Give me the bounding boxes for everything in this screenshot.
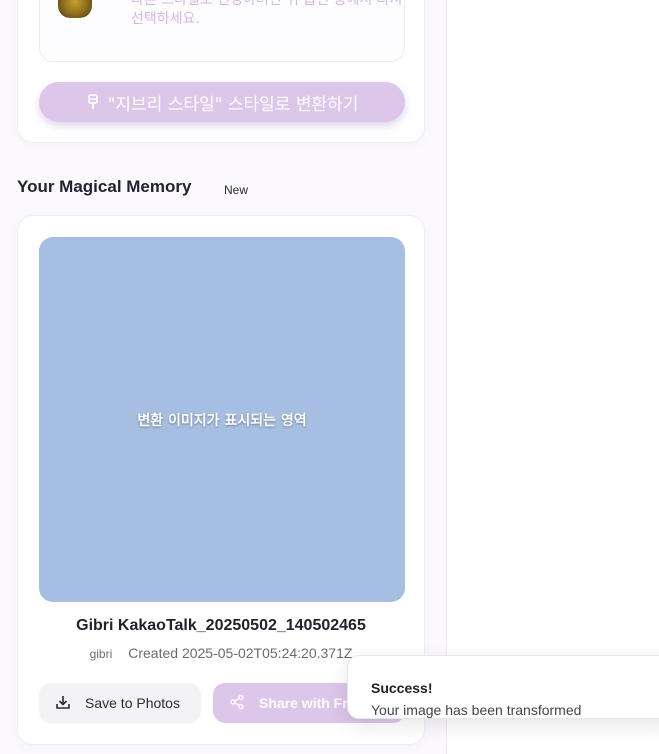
- toast-message: Your image has been transformed: [371, 702, 582, 718]
- style-selection-card: 다른 스타일로 변경하려면 위 옵션 중에서 다시 선택하세요. "지브리 스타…: [17, 0, 425, 143]
- toast-title: Success!: [371, 680, 433, 696]
- image-title: Gibri KakaoTalk_20250502_140502465: [76, 617, 366, 634]
- image-alt-text: 변환 이미지가 표시되는 영역: [137, 412, 307, 429]
- style-change-hint: 다른 스타일로 변경하려면 위 옵션 중에서 다시 선택하세요.: [131, 0, 403, 27]
- download-icon: [55, 694, 71, 713]
- convert-style-button[interactable]: "지브리 스타일" 스타일로 변환하기: [39, 82, 405, 122]
- paintbrush-icon: [86, 94, 100, 110]
- share-icon: [229, 694, 245, 713]
- transformed-image: 변환 이미지가 표시되는 영역: [39, 237, 405, 602]
- save-to-photos-button[interactable]: Save to Photos: [39, 683, 201, 723]
- convert-style-label: "지브리 스타일" 스타일로 변환하기: [107, 94, 359, 115]
- selected-style-box: 다른 스타일로 변경하려면 위 옵션 중에서 다시 선택하세요.: [39, 0, 405, 62]
- main-column: 다른 스타일로 변경하려면 위 옵션 중에서 다시 선택하세요. "지브리 스타…: [0, 0, 446, 754]
- style-tag: gibri: [89, 647, 113, 661]
- success-toast[interactable]: Success! Your image has been transformed: [347, 655, 659, 719]
- new-badge: New: [224, 183, 249, 197]
- style-thumbnail: [58, 0, 92, 18]
- created-timestamp: Created 2025-05-02T05:24:20.371Z: [128, 645, 353, 661]
- save-button-label: Save to Photos: [85, 695, 180, 711]
- right-pane: [446, 0, 659, 754]
- section-title: Your Magical Memory: [17, 177, 192, 196]
